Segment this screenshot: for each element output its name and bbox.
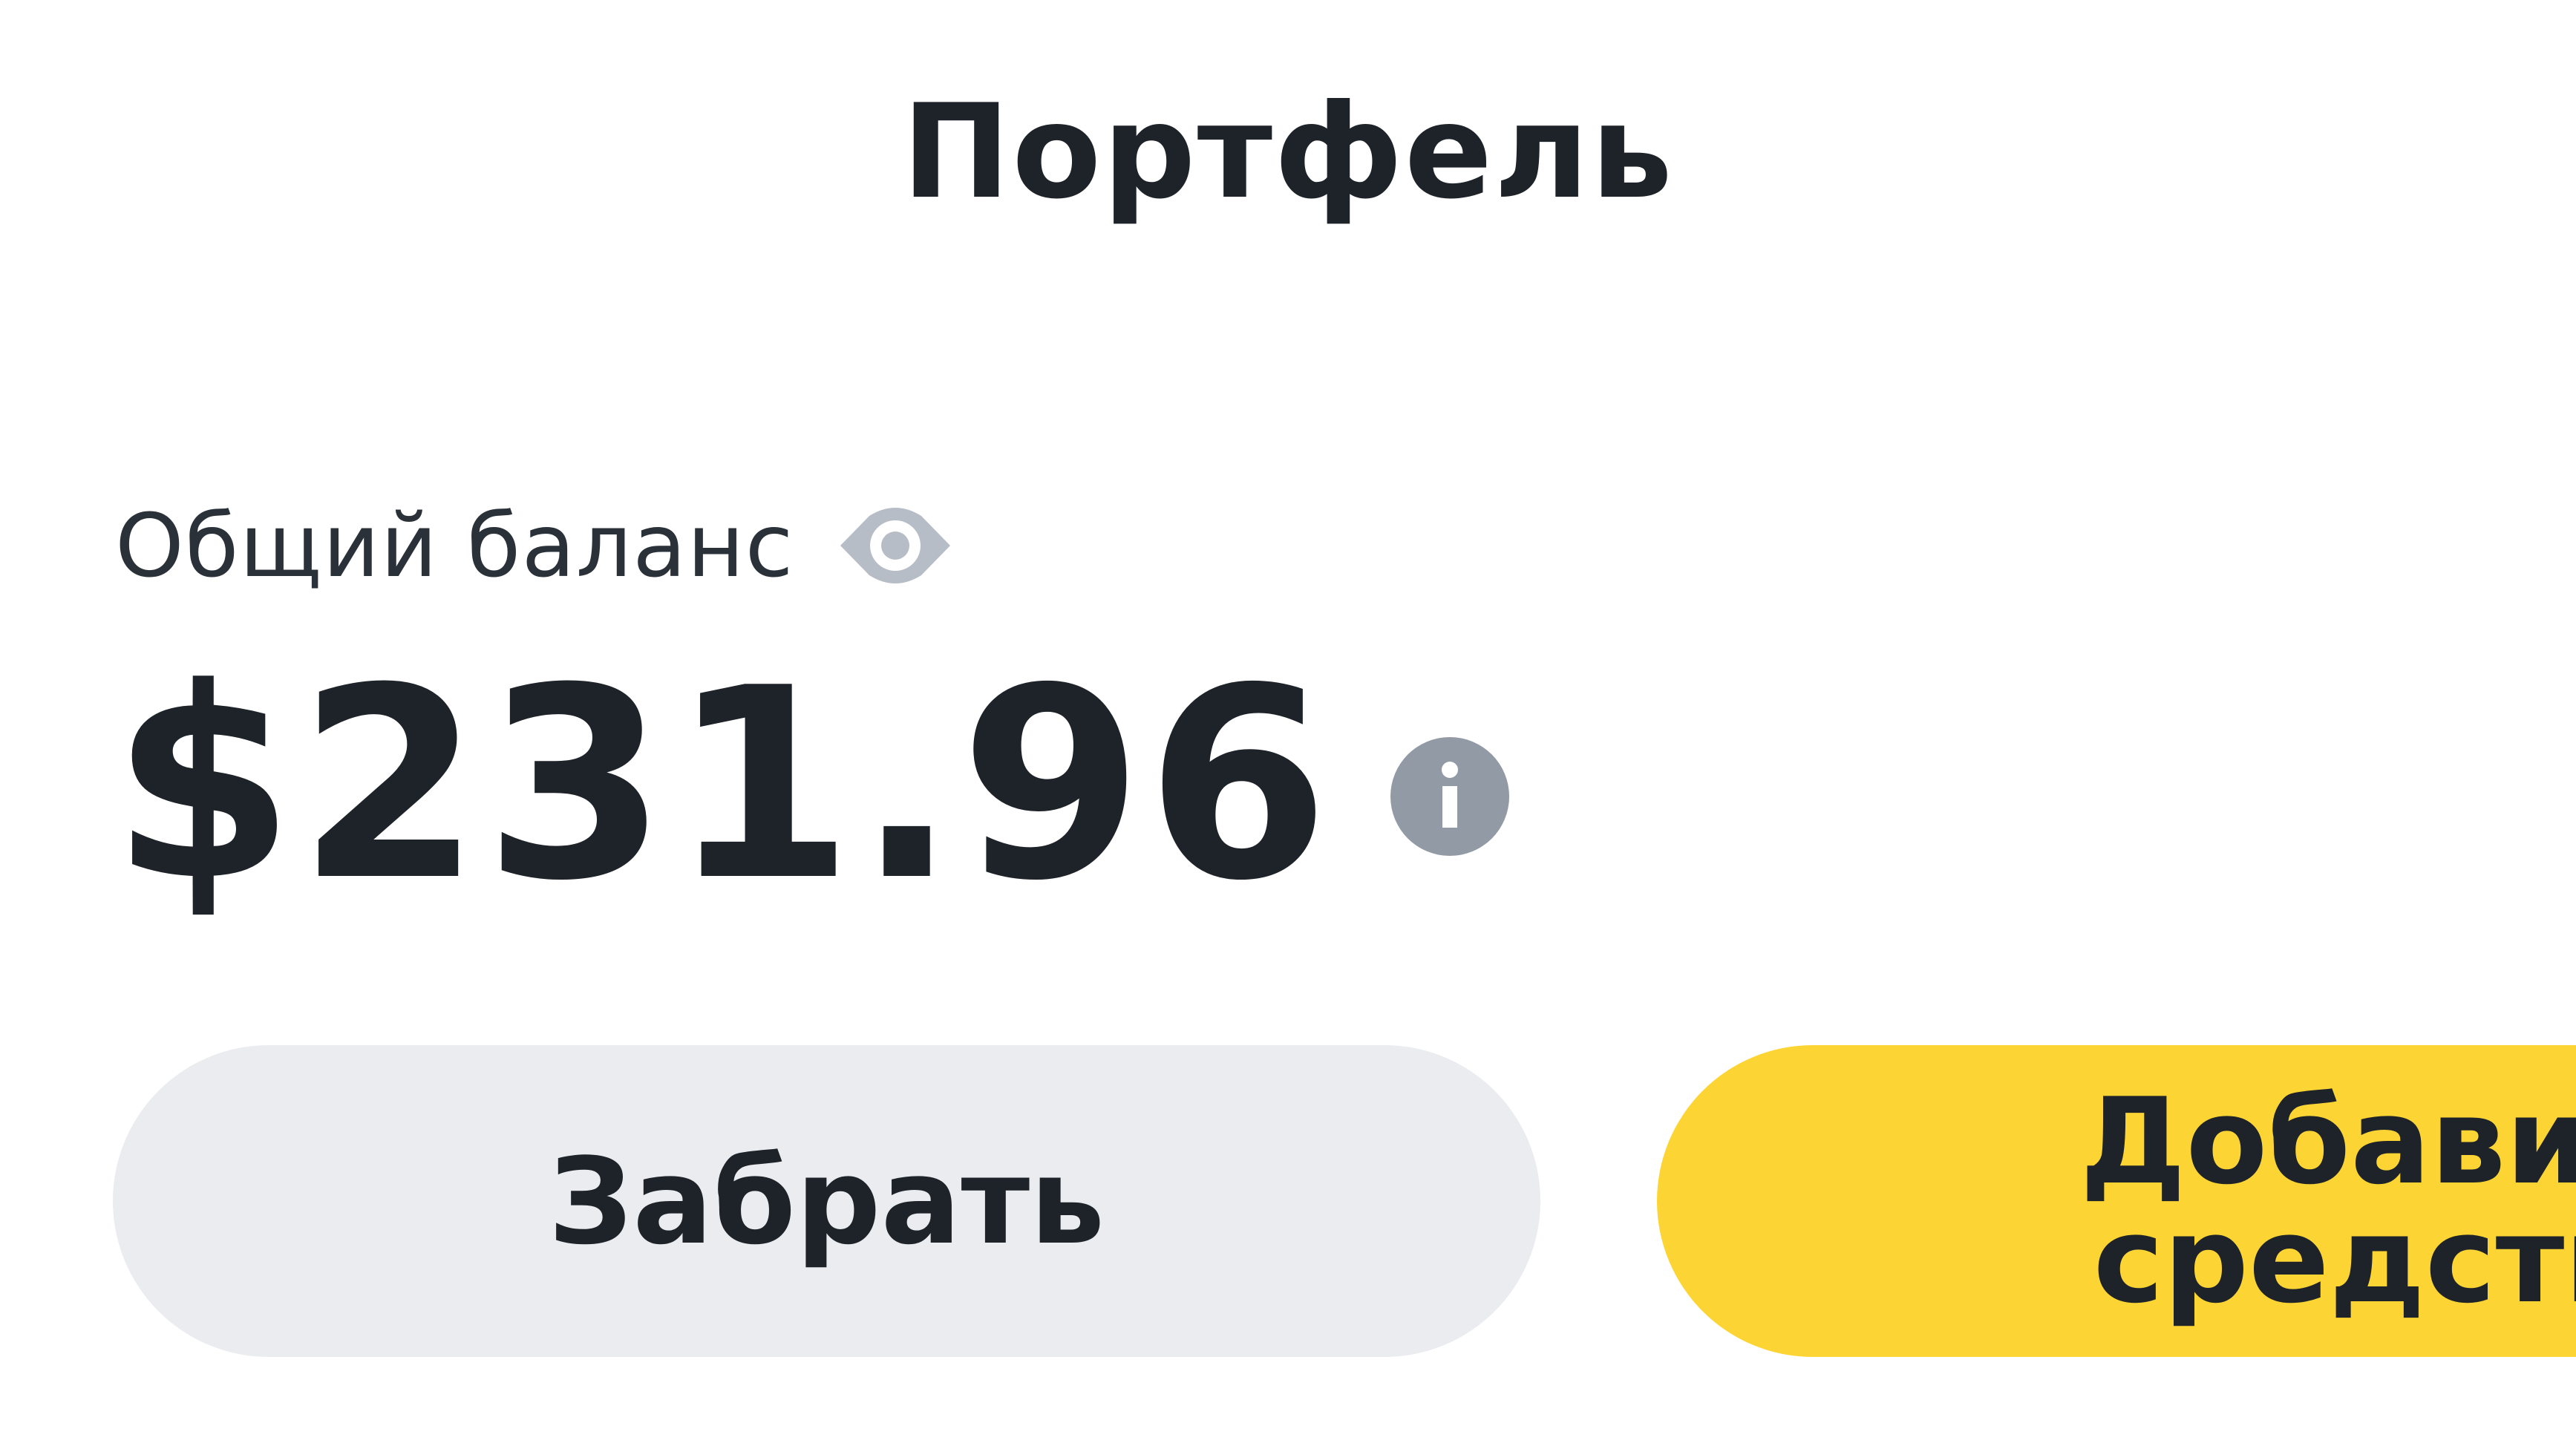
balance-amount-row: $231.96 <box>111 653 1509 917</box>
add-funds-button[interactable]: Добавить средства <box>1657 1045 2576 1357</box>
withdraw-button[interactable]: Забрать <box>113 1045 1540 1357</box>
total-balance-label: Общий баланс <box>115 494 794 597</box>
eye-icon[interactable] <box>836 497 955 594</box>
balance-label-row: Общий баланс <box>115 497 955 594</box>
add-funds-button-label: Добавить средства <box>2080 1072 2576 1329</box>
portfolio-screen: Портфель Общий баланс $231.96 Забрать До… <box>0 0 2576 1446</box>
info-icon[interactable] <box>1390 736 1509 856</box>
total-balance-amount: $231.96 <box>111 631 1333 938</box>
withdraw-button-label: Забрать <box>548 1131 1105 1271</box>
page-title: Портфель <box>901 77 1675 228</box>
